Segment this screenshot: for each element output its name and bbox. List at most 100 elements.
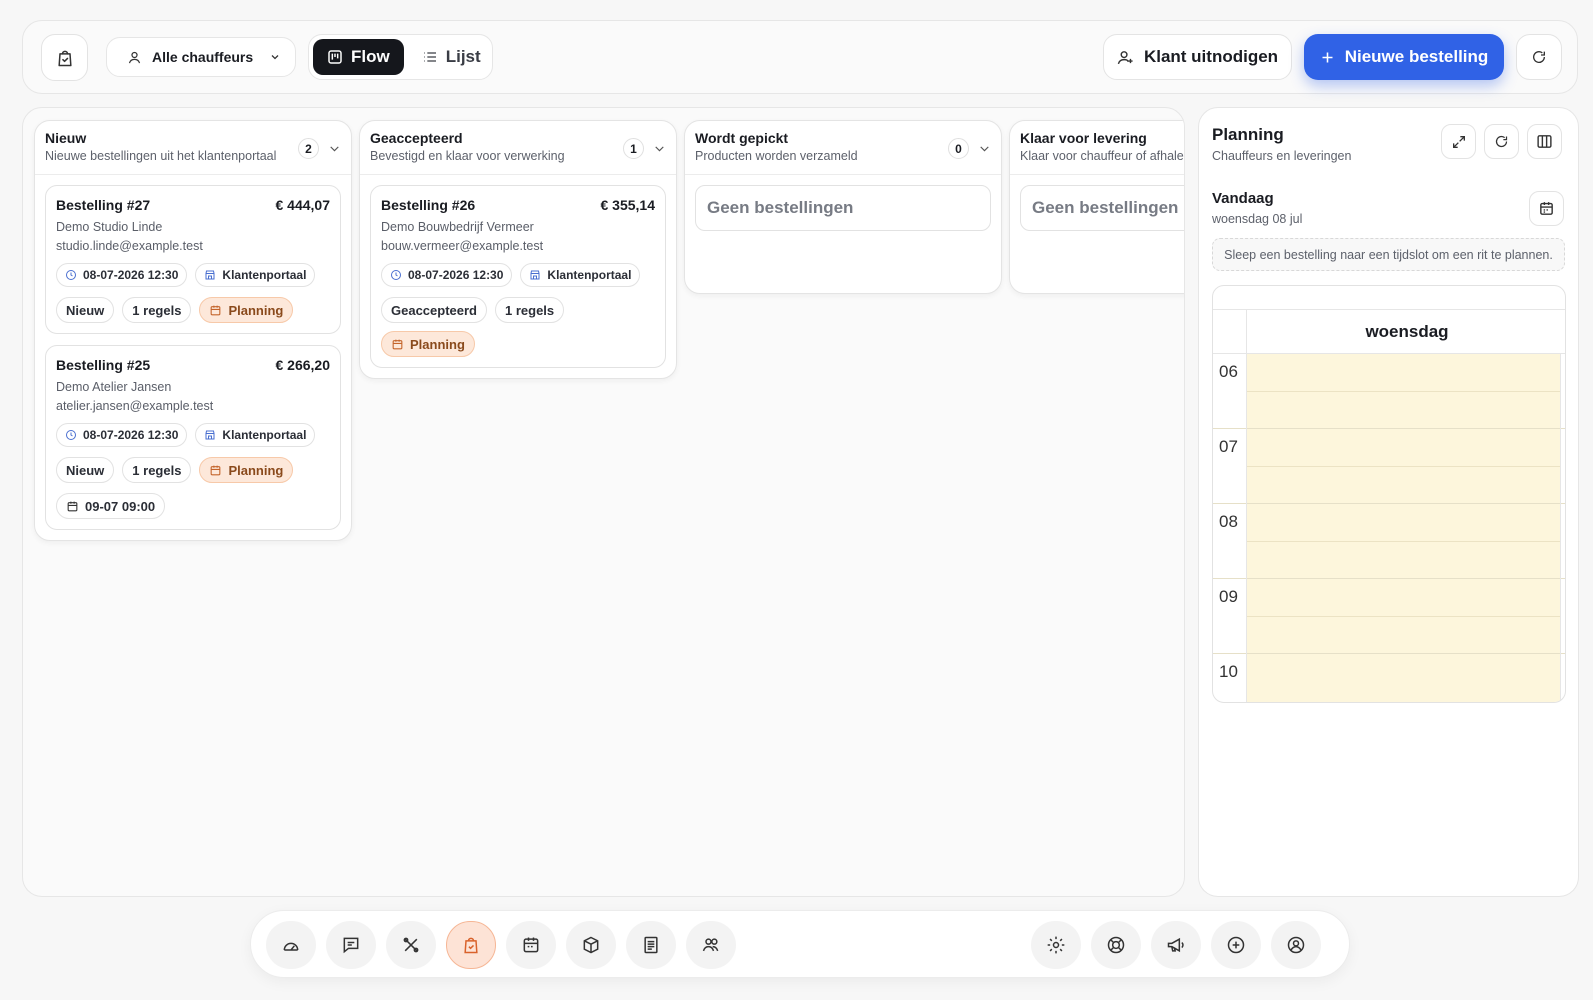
box-icon <box>583 936 599 954</box>
shopping-bag-icon <box>57 50 72 66</box>
column-title: Geaccepteerd <box>370 130 463 146</box>
planning-tag-label: Planning <box>228 462 284 478</box>
order-title: Bestelling #26 <box>381 197 476 213</box>
chevron-down-icon[interactable] <box>328 142 341 155</box>
hour-label: 10 <box>1219 662 1238 681</box>
bottom-dock <box>250 910 1350 978</box>
view-list-button[interactable]: Lijst <box>408 39 495 75</box>
order-email: studio.linde@example.test <box>56 239 203 253</box>
calendar-button[interactable] <box>506 921 556 969</box>
invite-customer-button[interactable]: Klant uitnodigen <box>1103 34 1292 80</box>
order-datetime-chip: 08-07-2026 12:30 <box>56 263 188 287</box>
refresh-button[interactable] <box>1516 34 1562 80</box>
planning-panel: Planning Chauffeurs en leveringen Vandaa… <box>1198 107 1579 897</box>
planning-tag[interactable]: Planning <box>199 297 294 323</box>
calendar-icon <box>211 305 221 315</box>
order-status-tag: Nieuw <box>56 297 115 323</box>
order-lines-tag: 1 regels <box>495 297 565 323</box>
calendar-icon <box>392 339 403 349</box>
calendar-check-icon <box>67 501 78 511</box>
planning-tag[interactable]: Planning <box>381 331 475 357</box>
order-title: Bestelling #25 <box>56 357 151 373</box>
account-button[interactable] <box>1271 921 1321 969</box>
expand-icon <box>1452 135 1465 148</box>
order-source: Klantenportaal <box>222 428 307 442</box>
today-date: woensdag 08 jul <box>1212 212 1303 226</box>
chevron-down-icon[interactable] <box>653 142 666 155</box>
settings-button[interactable] <box>1031 921 1081 969</box>
empty-state: Geen bestellingen <box>695 185 991 231</box>
order-datetime: 08-07-2026 12:30 <box>83 268 179 282</box>
list-icon <box>423 52 436 62</box>
day-calendar: woensdag 06 07 08 09 10 <box>1212 285 1566 703</box>
scheduled-time: 09-07 09:00 <box>85 498 156 514</box>
tools-icon <box>403 937 419 953</box>
planning-tag[interactable]: Planning <box>199 457 294 483</box>
announcements-button[interactable] <box>1151 921 1201 969</box>
column-count: 1 <box>623 138 644 159</box>
chevron-down-icon[interactable] <box>978 142 991 155</box>
expand-button[interactable] <box>1441 124 1476 159</box>
empty-state: Geen bestellingen <box>1020 185 1184 231</box>
order-company: Demo Studio Linde <box>56 220 163 234</box>
products-button[interactable] <box>566 921 616 969</box>
invoices-button[interactable] <box>626 921 676 969</box>
order-amount: € 355,14 <box>600 197 656 213</box>
invite-customer-label: Klant uitnodigen <box>1143 47 1279 66</box>
calendar-icon <box>523 937 539 953</box>
calendar-day-label: woensdag <box>1246 310 1565 354</box>
order-source-chip: Klantenportaal <box>195 423 316 447</box>
orders-icon <box>464 937 478 954</box>
customers-button[interactable] <box>686 921 736 969</box>
columns-icon <box>1537 135 1552 148</box>
planning-title: Planning <box>1212 125 1284 144</box>
dashboard-button[interactable] <box>266 921 316 969</box>
planning-hint: Sleep een bestelling naar een tijdslot o… <box>1212 238 1565 271</box>
kanban-board: Nieuw Nieuwe bestellingen uit het klante… <box>22 107 1185 897</box>
orders-button[interactable] <box>446 921 496 969</box>
view-flow-button[interactable]: Flow <box>313 39 404 75</box>
order-card[interactable]: Bestelling #26 € 355,14 Demo Bouwbedrijf … <box>370 185 666 368</box>
column-subtitle: Producten worden verzameld <box>695 149 858 163</box>
driver-select[interactable]: Alle chauffeurs <box>106 37 296 77</box>
columns-button[interactable] <box>1527 124 1562 159</box>
order-company: Demo Atelier Jansen <box>56 380 172 394</box>
planning-refresh-button[interactable] <box>1484 124 1519 159</box>
view-flow-label: Flow <box>351 47 390 66</box>
column-title: Klaar voor levering <box>1020 130 1147 146</box>
order-card[interactable]: Bestelling #27 € 444,07 Demo Studio Linde… <box>45 185 341 334</box>
column-geaccepteerd: Geaccepteerd Bevestigd en klaar voor ver… <box>359 120 677 379</box>
messages-button[interactable] <box>326 921 376 969</box>
order-datetime: 08-07-2026 12:30 <box>408 268 504 282</box>
column-subtitle: Klaar voor chauffeur of afhalen <box>1020 149 1185 163</box>
order-status-tag: Geaccepteerd <box>381 297 487 323</box>
support-button[interactable] <box>1091 921 1141 969</box>
column-title: Wordt gepickt <box>695 130 789 146</box>
new-order-button[interactable]: Nieuwe bestelling <box>1304 34 1504 80</box>
column-klaar-voor-levering: Klaar voor levering Klaar voor chauffeur… <box>1009 120 1185 294</box>
order-datetime: 08-07-2026 12:30 <box>83 428 179 442</box>
shopping-bag-button[interactable] <box>41 34 88 81</box>
hour-label: 07 <box>1219 437 1238 456</box>
order-card[interactable]: Bestelling #25 € 266,20 Demo Atelier Jans… <box>45 345 341 530</box>
clock-icon <box>66 430 76 440</box>
dashboard-icon <box>283 942 299 951</box>
add-button[interactable] <box>1211 921 1261 969</box>
view-list-label: Lijst <box>445 47 481 66</box>
refresh-icon <box>1533 51 1546 63</box>
hour-label: 06 <box>1219 362 1238 381</box>
refresh-icon <box>1495 135 1508 148</box>
tools-button[interactable] <box>386 921 436 969</box>
support-icon <box>1107 936 1125 954</box>
hour-label: 09 <box>1219 587 1238 606</box>
user-icon <box>128 51 141 63</box>
column-subtitle: Nieuwe bestellingen uit het klantenporta… <box>45 149 277 163</box>
order-datetime-chip: 08-07-2026 12:30 <box>56 423 188 447</box>
calendar-icon <box>1540 202 1553 215</box>
top-toolbar: Alle chauffeurs Flow Lijst Klant uitnodi… <box>22 20 1578 94</box>
order-email: bouw.vermeer@example.test <box>381 239 544 253</box>
date-picker-button[interactable] <box>1529 191 1564 226</box>
order-company: Demo Bouwbedrijf Vermeer <box>381 220 534 234</box>
new-order-label: Nieuwe bestelling <box>1344 47 1489 66</box>
planning-tag-label: Planning <box>228 302 284 318</box>
